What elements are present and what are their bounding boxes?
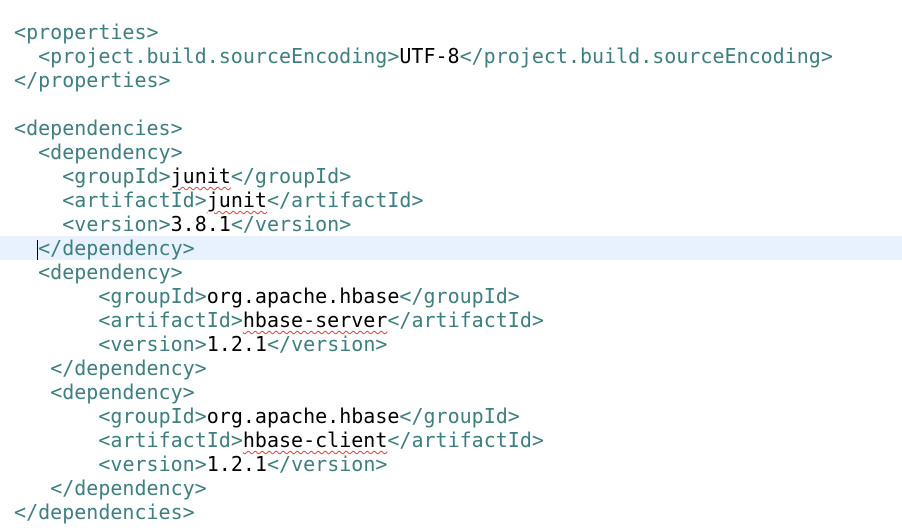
xml-editor[interactable]: <properties> <project.build.sourceEncodin… [0,0,902,530]
code-line[interactable]: <dependency> [0,140,902,164]
xml-closing-tag: </groupId> [399,404,520,428]
xml-tag: </dependency> [38,236,195,260]
xml-tag: <version> [98,332,207,356]
xml-tag: </properties> [14,68,171,92]
code-line[interactable]: <groupId>org.apache.hbase</groupId> [0,284,902,308]
xml-tag: <project.build.sourceEncoding> [38,44,400,68]
xml-tag: <groupId> [98,404,207,428]
xml-text: hbase-client [242,428,388,452]
xml-tag: <artifactId> [98,428,243,452]
code-line[interactable]: <project.build.sourceEncoding>UTF-8</pro… [0,44,902,68]
xml-tag: <dependency> [38,140,183,164]
xml-closing-tag: </project.build.sourceEncoding> [459,44,833,68]
code-line[interactable]: </dependency> [0,236,902,260]
code-line[interactable]: <artifactId>junit</artifactId> [0,188,902,212]
code-line[interactable]: <artifactId>hbase-client</artifactId> [0,428,902,452]
xml-closing-tag: </groupId> [399,284,520,308]
xml-text: junit [170,164,231,188]
xml-closing-tag: </version> [266,332,388,356]
code-line[interactable]: <version>1.2.1</version> [0,452,902,476]
code-line[interactable]: <dependency> [0,380,902,404]
code-line[interactable]: </dependency> [0,356,902,380]
code-line[interactable]: </dependencies> [0,500,902,524]
xml-tag: <artifactId> [62,188,207,212]
xml-closing-tag: </version> [266,452,388,476]
xml-closing-tag: </artifactId> [387,428,544,452]
xml-tag: <groupId> [62,164,171,188]
code-line[interactable]: </dependency> [0,476,902,500]
xml-closing-tag: </version> [230,212,352,236]
xml-closing-tag: </artifactId> [266,188,424,212]
xml-text: 1.2.1 [206,332,267,356]
xml-text: junit [206,188,267,212]
code-line[interactable]: <groupId>org.apache.hbase</groupId> [0,404,902,428]
code-line[interactable]: <artifactId>hbase-server</artifactId> [0,308,902,332]
xml-tag: <dependencies> [14,116,183,140]
code-line[interactable]: <version>3.8.1</version> [0,212,902,236]
xml-tag: <version> [98,452,207,476]
code-line[interactable] [0,92,902,116]
xml-text: org.apache.hbase [206,284,400,308]
xml-text: hbase-server [242,308,388,332]
xml-tag: <properties> [14,20,159,44]
code-line[interactable]: </properties> [0,68,902,92]
xml-tag: <version> [62,212,171,236]
code-line[interactable]: <dependencies> [0,116,902,140]
xml-tag: </dependencies> [14,500,195,524]
xml-tag: <dependency> [38,260,183,284]
xml-tag: <dependency> [50,380,195,404]
xml-closing-tag: </artifactId> [387,308,544,332]
xml-closing-tag: </groupId> [230,164,352,188]
xml-tag: <artifactId> [98,308,243,332]
code-line[interactable]: <properties> [0,20,902,44]
xml-tag: </dependency> [50,356,207,380]
xml-tag: </dependency> [50,476,207,500]
code-line[interactable]: <dependency> [0,260,902,284]
code-line[interactable]: <version>1.2.1</version> [0,332,902,356]
xml-text: UTF-8 [399,44,460,68]
xml-text: 1.2.1 [206,452,267,476]
xml-text: org.apache.hbase [206,404,400,428]
xml-tag: <groupId> [98,284,207,308]
code-line[interactable]: <groupId>junit</groupId> [0,164,902,188]
xml-text: 3.8.1 [170,212,231,236]
